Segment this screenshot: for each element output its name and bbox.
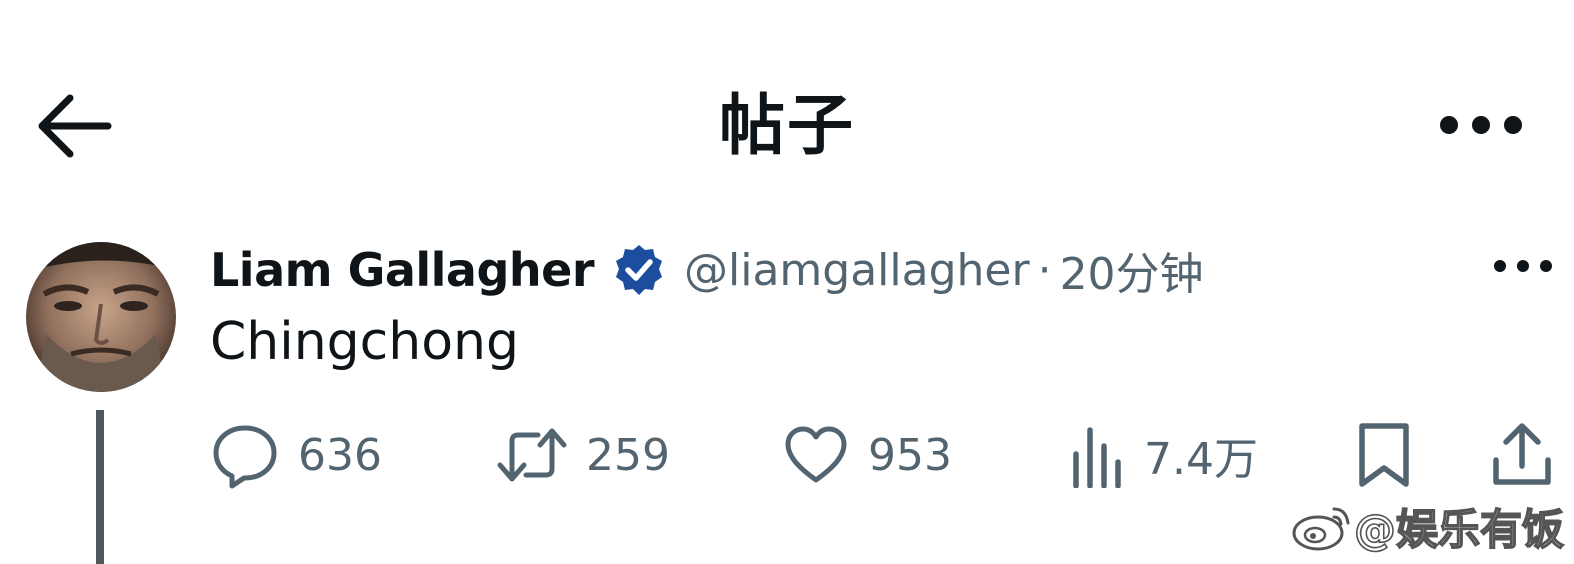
- avatar-image: [26, 242, 176, 392]
- views-chart-icon: [1073, 427, 1121, 488]
- more-horizontal-icon: [1494, 260, 1552, 272]
- watermark-text: @娱乐有饭: [1353, 504, 1565, 555]
- watermark: @娱乐有饭: [1290, 496, 1565, 556]
- verified-badge-icon: [616, 245, 662, 295]
- reply-count: 636: [298, 429, 382, 481]
- avatar[interactable]: [26, 242, 176, 392]
- weibo-logo-icon: [1292, 507, 1350, 551]
- reply-icon: [213, 425, 277, 489]
- post-header: Liam Gallagher @liamgallagher · 20分钟: [210, 238, 1204, 302]
- action-bar: 636 259 953 7.4万: [210, 412, 1564, 498]
- page-title: 帖子: [719, 87, 855, 164]
- like-button[interactable]: 953: [782, 412, 952, 498]
- like-count: 953: [868, 429, 952, 481]
- bookmark-icon: [1359, 423, 1409, 487]
- share-icon: [1493, 423, 1551, 485]
- bookmark-button[interactable]: [1356, 412, 1412, 498]
- top-bar: 帖子: [0, 0, 1574, 200]
- share-button[interactable]: [1490, 412, 1554, 498]
- views-button[interactable]: 7.4万: [1070, 412, 1258, 498]
- repost-count: 259: [586, 429, 670, 481]
- author-name[interactable]: Liam Gallagher: [210, 243, 595, 297]
- repost-icon: [497, 428, 567, 482]
- thread-line: [96, 410, 104, 564]
- more-options-button[interactable]: [1436, 108, 1526, 142]
- more-horizontal-icon: [1440, 116, 1522, 134]
- author-handle[interactable]: @liamgallagher: [684, 245, 1030, 296]
- views-count: 7.4万: [1144, 434, 1258, 485]
- reply-button[interactable]: 636: [210, 412, 382, 498]
- heart-icon: [785, 426, 847, 483]
- post-more-button[interactable]: [1490, 250, 1556, 282]
- post-text: Chingchong: [210, 312, 520, 372]
- post-timestamp[interactable]: 20分钟: [1060, 238, 1204, 302]
- repost-button[interactable]: 259: [496, 412, 670, 498]
- separator-dot: ·: [1037, 244, 1052, 296]
